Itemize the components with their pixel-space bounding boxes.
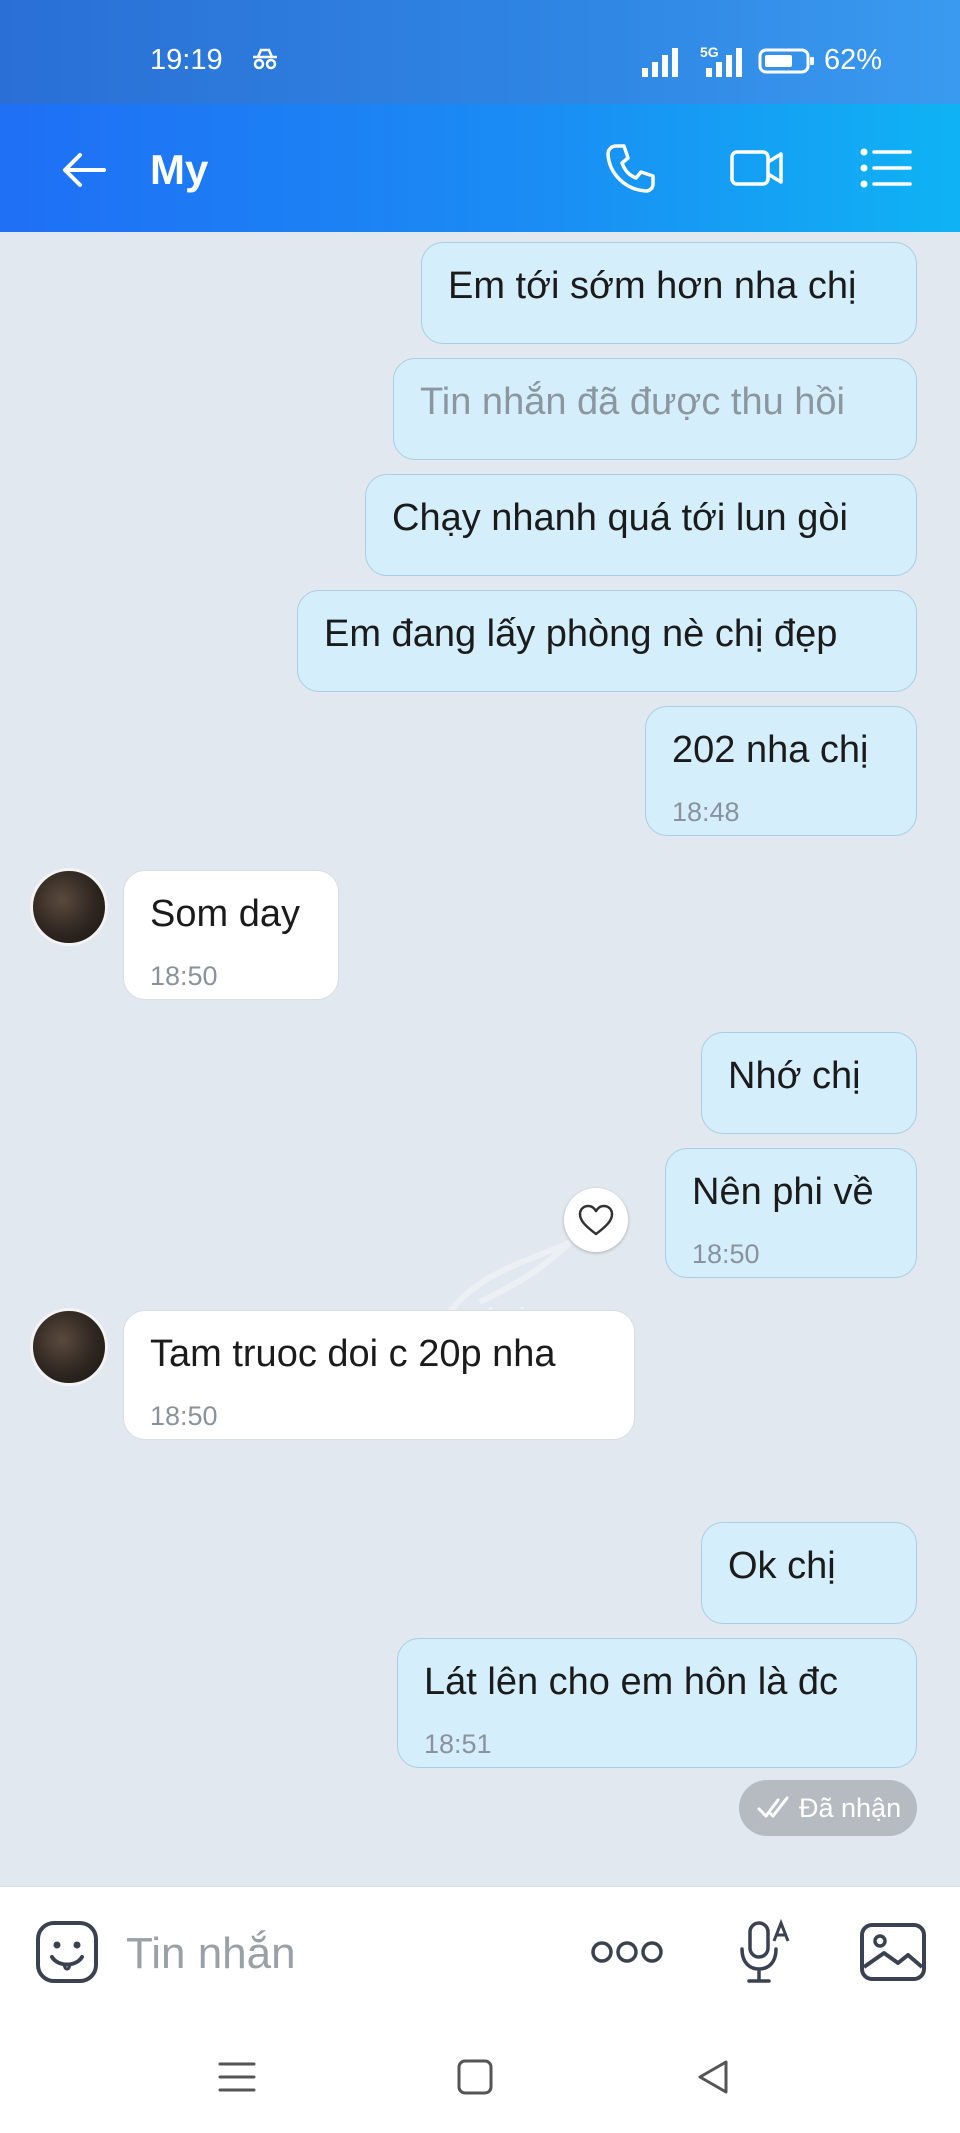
message-text: Lát lên cho em hôn là đc [424, 1661, 839, 1703]
double-check-icon [757, 1796, 789, 1818]
composer-bar [0, 1886, 960, 2017]
message-text: Tam truoc doi c 20p nha [150, 1333, 556, 1375]
message-text: 202 nha chị [672, 729, 869, 771]
heart-icon [578, 1204, 614, 1236]
message-text: Tin nhắn đã được thu hồi [420, 381, 845, 423]
back-nav-icon[interactable] [690, 2054, 736, 2100]
message-bubble-outgoing[interactable]: Chạy nhanh quá tới lun gòi [365, 474, 917, 576]
message-text: Som day [150, 893, 300, 935]
message-bubble-outgoing[interactable]: 202 nha chị 18:48 [645, 706, 917, 836]
message-bubble-outgoing[interactable]: Ok chị [701, 1522, 917, 1624]
message-time: 18:50 [150, 961, 218, 991]
message-bubble-incoming[interactable]: Tam truoc doi c 20p nha 18:50 [123, 1310, 635, 1440]
message-text: Em đang lấy phòng nè chị đẹp [324, 613, 838, 655]
recent-apps-icon[interactable] [214, 2054, 260, 2100]
incognito-icon [253, 48, 277, 70]
message-bubble-outgoing[interactable]: Em tới sớm hơn nha chị [421, 242, 917, 344]
message-bubble-incoming[interactable]: Som day 18:50 [123, 870, 339, 1000]
message-bubble-outgoing[interactable]: Em đang lấy phòng nè chị đẹp [297, 590, 917, 692]
contact-avatar[interactable] [30, 1308, 108, 1386]
home-icon[interactable] [452, 2054, 498, 2100]
message-text: Chạy nhanh quá tới lun gòi [392, 497, 848, 539]
sticker-emoji-icon[interactable] [34, 1919, 100, 1985]
message-bubble-outgoing[interactable]: Nhớ chị [701, 1032, 917, 1134]
react-heart-button[interactable] [564, 1188, 628, 1252]
voice-to-text-mic-icon[interactable] [736, 1917, 792, 1987]
message-text: Nhớ chị [728, 1055, 861, 1097]
phone-icon[interactable] [600, 138, 660, 198]
message-text: Ok chị [728, 1545, 836, 1587]
message-text: Nên phi về [692, 1171, 874, 1213]
signal-5g-icon [706, 48, 742, 77]
contact-name[interactable]: My [150, 146, 208, 194]
more-options-icon[interactable] [590, 1935, 664, 1969]
message-time: 18:51 [424, 1729, 492, 1759]
delivery-status-label: Đã nhận [799, 1793, 902, 1823]
signal-icon [642, 48, 678, 77]
battery-percent: 62% [824, 44, 883, 76]
status-bar: 19:19 5G 62% [0, 0, 960, 104]
message-text: Em tới sớm hơn nha chị [448, 265, 857, 307]
video-call-icon[interactable] [726, 138, 786, 198]
message-bubble-outgoing[interactable]: Nên phi về 18:50 [665, 1148, 917, 1278]
image-gallery-icon[interactable] [858, 1921, 928, 1983]
menu-list-icon[interactable] [856, 138, 916, 198]
message-input[interactable] [124, 1925, 568, 1983]
status-time: 19:19 [150, 44, 223, 76]
message-bubble-outgoing[interactable]: Lát lên cho em hôn là đc 18:51 [397, 1638, 917, 1768]
delivery-status-badge: Đã nhận [739, 1780, 917, 1836]
chat-header: My [0, 104, 960, 232]
message-time: 18:50 [150, 1401, 218, 1431]
battery-icon [758, 48, 814, 74]
message-time: 18:50 [692, 1239, 760, 1269]
back-arrow-icon[interactable] [56, 142, 112, 198]
contact-avatar[interactable] [30, 868, 108, 946]
message-bubble-recalled[interactable]: Tin nhắn đã được thu hồi [393, 358, 917, 460]
message-time: 18:48 [672, 797, 740, 827]
system-nav-bar [0, 2016, 960, 2133]
